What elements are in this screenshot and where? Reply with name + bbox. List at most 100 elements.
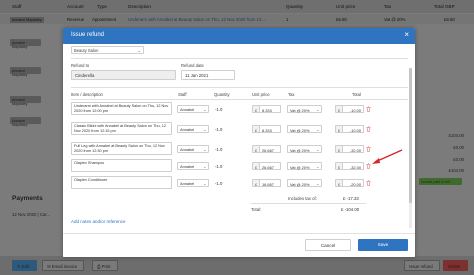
includes-tax-label: Includes tax of:: [288, 196, 317, 201]
column-quantity: Quantity: [214, 92, 230, 97]
line-total-input[interactable]: -10.00: [343, 105, 364, 113]
staff-tag: Annabel Maydaley: [10, 39, 41, 49]
currency-addon: £: [252, 125, 260, 133]
currency-addon: £: [252, 179, 260, 187]
tax-select[interactable]: Vat @ 20% ⌄: [287, 145, 322, 153]
column-tax: Tax: [288, 92, 295, 97]
payment-row[interactable]: 12 Nov 2020 | Car...: [12, 212, 50, 217]
invoice-table-header: Staff Account Type Description Quantity …: [0, 0, 474, 13]
quantity-value[interactable]: -1.0: [215, 164, 222, 169]
save-button[interactable]: Save: [358, 239, 408, 251]
invoice-line-row[interactable]: Annabel Maydaley Revenue Appointment Und…: [0, 14, 474, 24]
refund-to-field: Cinderella: [71, 70, 176, 80]
item-description-input[interactable]: Classic Bikini with Annabel at Beauty Sa…: [71, 122, 172, 135]
cancel-button[interactable]: Cancel: [305, 239, 351, 251]
currency-addon: £: [335, 125, 343, 133]
currency-addon: £: [335, 179, 343, 187]
currency-addon: £: [252, 162, 260, 170]
staff-tag: Annabel Maydaley: [10, 117, 41, 127]
unit-price-input[interactable]: 26.667: [260, 162, 281, 170]
column-account: Account: [67, 4, 84, 9]
scrollbar-thumb[interactable]: [409, 68, 412, 203]
chevron-down-icon: ⌄: [203, 106, 207, 112]
column-staff: Staff: [12, 4, 22, 9]
account-cell: Revenue: [67, 16, 85, 22]
location-select[interactable]: Beauty Salon ⌄: [71, 46, 144, 54]
item-description-input[interactable]: Olaplex Shampoo: [71, 159, 172, 172]
trash-icon[interactable]: [366, 106, 371, 112]
edit-button[interactable]: ✎ Edit: [12, 260, 37, 271]
column-unit-price: Unit price: [336, 4, 356, 9]
subtotal-value: £104.00: [448, 133, 464, 138]
line-total-input[interactable]: -10.00: [343, 125, 364, 133]
print-button[interactable]: ⎙ Print: [92, 260, 118, 271]
column-quantity: Quantity: [286, 4, 304, 9]
total-value: £ -104.00: [341, 207, 360, 212]
email-invoice-button[interactable]: ✉ Email invoice: [42, 260, 84, 271]
tax-select[interactable]: Vat @ 20% ⌄: [287, 105, 322, 113]
divider: [71, 58, 408, 59]
quantity-value[interactable]: -1.0: [215, 147, 222, 152]
tax-select[interactable]: Vat @ 20% ⌄: [287, 125, 322, 133]
unit-price-input[interactable]: 16.667: [260, 179, 281, 187]
unit-price-input[interactable]: 8.333: [260, 105, 281, 113]
refund-date-input[interactable]: 11 Jan 2021: [181, 70, 235, 80]
modal-header: Issue refund ×: [63, 28, 415, 44]
quantity-cell: 1: [286, 16, 289, 22]
tax-cell: Vat @ 20%: [384, 16, 406, 22]
line-total-input[interactable]: -32.00: [343, 145, 364, 153]
grand-total-value: £104.00: [448, 168, 464, 173]
staff-select[interactable]: Annabel ⌄: [177, 162, 209, 170]
column-staff: Staff: [178, 92, 187, 97]
trash-icon[interactable]: [366, 180, 371, 186]
column-unit-price: Unit price: [252, 92, 270, 97]
add-notes-link[interactable]: Add notes and/or reference: [71, 219, 126, 224]
modal-title: Issue refund: [71, 32, 105, 38]
quantity-value[interactable]: -1.0: [215, 181, 222, 186]
chevron-down-icon: ⌄: [316, 163, 320, 169]
chevron-down-icon: ⌄: [203, 163, 207, 169]
staff-tag: Annabel Maydaley: [10, 16, 44, 23]
delete-button[interactable]: Delete: [443, 260, 468, 271]
trash-icon[interactable]: [366, 126, 371, 132]
column-total: Total GBP: [434, 4, 455, 9]
description-link[interactable]: Underarm with Annabel at Beauty Salon on…: [128, 17, 266, 22]
issue-refund-modal: Issue refund × Beauty Salon ⌄ Refund to …: [63, 28, 415, 257]
unit-price-input[interactable]: 26.667: [260, 145, 281, 153]
chevron-down-icon: ⌄: [137, 47, 141, 53]
chevron-down-icon: ⌄: [316, 126, 320, 132]
divider: [251, 203, 366, 204]
currency-addon: £: [252, 105, 260, 113]
tax-value: £0.00: [453, 157, 464, 162]
payments-heading: Payments: [12, 195, 43, 202]
unit-price-input[interactable]: 8.333: [260, 125, 281, 133]
chevron-down-icon: ⌄: [316, 180, 320, 186]
quantity-value[interactable]: -1.0: [215, 107, 222, 112]
annotation-arrow-icon: [372, 149, 403, 164]
close-icon[interactable]: ×: [404, 31, 409, 39]
discount-value: £0.00: [453, 145, 464, 150]
tax-select[interactable]: Vat @ 20% ⌄: [287, 179, 322, 187]
quantity-value[interactable]: -1.0: [215, 127, 222, 132]
line-total-input[interactable]: -20.00: [343, 179, 364, 187]
line-total-input[interactable]: -32.00: [343, 162, 364, 170]
item-description-input[interactable]: Underarm with Annabel at Beauty Salon on…: [71, 102, 172, 115]
chevron-down-icon: ⌄: [203, 180, 207, 186]
chevron-down-icon: ⌄: [203, 146, 207, 152]
column-type: Type: [97, 4, 107, 9]
includes-tax-value: £ -17.33: [343, 196, 359, 201]
tax-select[interactable]: Vat @ 20% ⌄: [287, 162, 322, 170]
staff-select[interactable]: Annabel ⌄: [177, 125, 209, 133]
item-description-input[interactable]: Full Leg with Annabel at Beauty Salon on…: [71, 142, 172, 155]
unit-price-cell: £8.50: [336, 16, 347, 22]
divider: [71, 99, 408, 100]
staff-select[interactable]: Annabel ⌄: [177, 145, 209, 153]
staff-select[interactable]: Annabel ⌄: [177, 105, 209, 113]
issue-refund-button[interactable]: Issue refund: [404, 260, 440, 271]
item-description-input[interactable]: Olaplex Conditioner: [71, 176, 172, 189]
modal-scrollbar[interactable]: [409, 68, 412, 228]
column-description: Description: [128, 4, 151, 9]
modal-footer: Cancel Save: [63, 233, 415, 257]
chevron-down-icon: ⌄: [203, 126, 207, 132]
staff-select[interactable]: Annabel ⌄: [177, 179, 209, 187]
